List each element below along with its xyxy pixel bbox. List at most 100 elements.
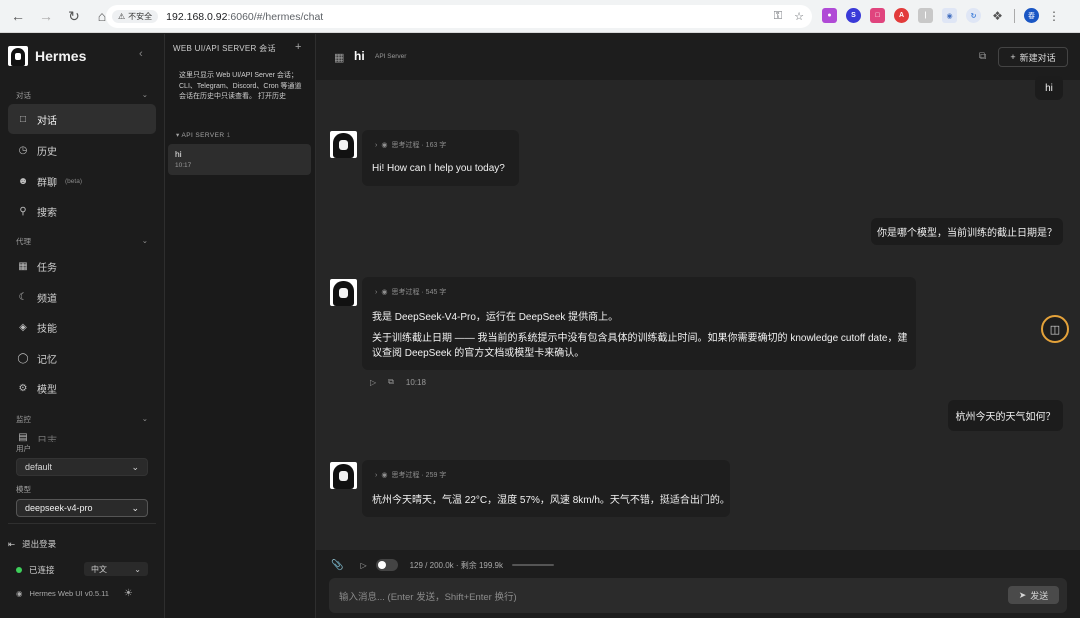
chevron-down-icon: ⌄ <box>131 461 139 472</box>
logout-icon: ⇤ <box>8 538 16 549</box>
language-select[interactable]: 中文 ⌄ <box>84 562 148 576</box>
chat-header: ▦ hi API Server ⧉ + 新建对话 <box>316 34 1080 80</box>
forward-icon[interactable]: → <box>34 4 58 28</box>
collapse-sidebar-icon[interactable]: ‹ <box>139 48 143 60</box>
thinking-toggle[interactable]: › ◉ 思考过程 · 259 字 <box>375 470 446 480</box>
chevron-right-icon: › <box>375 471 378 479</box>
extension-icon[interactable]: S <box>846 8 861 23</box>
sidebar-item-models[interactable]: ⚙ 模型 <box>8 373 156 403</box>
extension-icon[interactable]: | <box>918 8 933 23</box>
adblock-icon[interactable]: A <box>894 8 909 23</box>
thought-icon: ◉ <box>381 472 388 479</box>
extension-icon[interactable]: □ <box>870 8 885 23</box>
chevron-down-icon: ⌄ <box>141 90 148 99</box>
reload-icon[interactable]: ↻ <box>62 4 86 28</box>
hermes-logo <box>8 46 28 66</box>
puzzle-icon[interactable]: ❖ <box>990 8 1005 23</box>
extension-icon[interactable]: ◉ <box>942 8 957 23</box>
chevron-right-icon: › <box>375 141 378 149</box>
sidebar-item-tasks[interactable]: ▦ 任务 <box>8 251 156 281</box>
security-badge[interactable]: ⚠ 不安全 <box>112 10 159 23</box>
user-label: 用户 <box>16 444 31 453</box>
composer: 📎 ▷ 129 / 200.0k · 剩余 199.9k 输入消息... (En… <box>316 550 1080 618</box>
key-icon[interactable]: ⚿ <box>774 10 782 23</box>
menu-icon[interactable]: ⋮ <box>1048 9 1060 23</box>
section-agent[interactable]: 代理 ⌄ <box>16 236 148 247</box>
bulb-icon: ◯ <box>17 352 29 364</box>
sidebar-item-skills[interactable]: ◈ 技能 <box>8 312 156 342</box>
divider <box>8 523 156 524</box>
sessions-panel: WEB UI/API SERVER 会话 + 这里只显示 Web UI/API … <box>165 34 316 618</box>
log-icon: ▤ <box>18 432 28 442</box>
bookmark-star-icon[interactable]: ☆ <box>794 10 804 23</box>
sidebar-item-search[interactable]: ⚲ 搜索 <box>8 196 156 226</box>
copy-icon[interactable]: ⧉ <box>979 51 986 62</box>
play-icon[interactable]: ▷ <box>370 378 376 387</box>
chevron-down-icon: ⌄ <box>131 502 139 513</box>
user-message: 你是哪个模型，当前训练的截止日期是？ <box>871 218 1063 245</box>
chat-subtitle: API Server <box>375 53 407 60</box>
sidebar-item-logs[interactable]: ▤ 日志 <box>8 428 156 442</box>
add-session-icon[interactable]: + <box>295 41 301 53</box>
warning-icon: ⚠ <box>118 12 126 21</box>
address-bar[interactable]: ⚠ 不安全 192.168.0.92:6060/#/hermes/chat ⚿ ☆ <box>106 5 812 28</box>
model-label: 模型 <box>16 485 31 494</box>
theme-toggle-icon[interactable]: ☀ <box>124 588 133 599</box>
section-monitor[interactable]: 监控 ⌄ <box>16 414 148 425</box>
chevron-down-icon: ⌄ <box>141 414 148 423</box>
thought-icon: ◉ <box>381 142 388 149</box>
voice-toggle[interactable] <box>375 559 398 571</box>
section-chat[interactable]: 对话 ⌄ <box>16 90 148 101</box>
sessions-note: 这里只显示 Web UI/API Server 会话；CLI、Telegram、… <box>179 72 302 100</box>
sessions-title: WEB UI/API SERVER 会话 <box>173 44 276 53</box>
copy-icon[interactable]: ⧉ <box>388 377 394 387</box>
sidebar-item-chat[interactable]: □ 对话 <box>8 104 156 134</box>
brand-name: Hermes <box>35 48 87 64</box>
chevron-down-icon: ⌄ <box>134 564 141 574</box>
session-group-header[interactable]: ▾ API SERVER 1 <box>176 131 231 139</box>
send-button[interactable]: ➤ 发送 <box>1008 586 1059 604</box>
sidebar-item-memory[interactable]: ◯ 记忆 <box>8 343 156 373</box>
profile-avatar[interactable]: 春 <box>1024 8 1039 23</box>
grid-icon[interactable]: ▦ <box>334 51 344 64</box>
thought-icon: ◉ <box>381 289 388 296</box>
status-dot <box>16 567 22 573</box>
sidebar-item-channels[interactable]: ☾ 频道 <box>8 282 156 312</box>
moon-icon: ☾ <box>18 291 28 303</box>
layers-icon: ◈ <box>19 321 27 333</box>
back-icon[interactable]: ← <box>6 4 30 28</box>
connection-status: 已连接 <box>8 564 55 576</box>
sidebar-item-group-chat[interactable]: ☻ 群聊 (beta) <box>8 166 156 196</box>
browser-toolbar: ← → ↻ ⌂ ⚠ 不安全 192.168.0.92:6060/#/hermes/… <box>0 0 1080 33</box>
thinking-toggle[interactable]: › ◉ 思考过程 · 545 字 <box>375 287 446 297</box>
assistant-message: › ◉ 思考过程 · 163 字 Hi! How can I help you to… <box>362 130 519 186</box>
new-chat-button[interactable]: + 新建对话 <box>998 47 1068 67</box>
session-item[interactable]: hi 10:17 <box>168 144 311 175</box>
url-text[interactable]: 192.168.0.92:6060/#/hermes/chat <box>166 11 323 23</box>
logout-button[interactable]: ⇤ 退出登录 <box>8 538 56 550</box>
extension-icon[interactable]: ● <box>822 8 837 23</box>
attach-icon[interactable]: 📎 <box>331 560 343 571</box>
assistant-avatar <box>330 131 357 158</box>
thinking-toggle[interactable]: › ◉ 思考过程 · 163 字 <box>375 140 446 150</box>
chat-main: ▦ hi API Server ⧉ + 新建对话 hi › ◉ 思考过程 · 163 … <box>316 34 1080 618</box>
search-icon: ⚲ <box>19 205 27 217</box>
assistant-message: › ◉ 思考过程 · 259 字 杭州今天晴天，气温 22°C，湿度 57%，风速 … <box>362 460 730 517</box>
chat-title: hi <box>354 49 365 63</box>
github-icon[interactable]: ◉ <box>16 589 23 598</box>
columns-icon: ◫ <box>1049 323 1061 336</box>
context-progress-bar <box>512 564 554 566</box>
message-input[interactable]: 输入消息... (Enter 发送，Shift+Enter 换行) <box>329 578 1067 613</box>
plus-icon: + <box>1010 52 1016 62</box>
extension-icon[interactable]: ↻ <box>966 8 981 23</box>
chevron-right-icon: › <box>375 288 378 296</box>
model-select[interactable]: deepseek-v4-pro ⌄ <box>16 499 148 517</box>
clock-icon: ◷ <box>18 144 28 156</box>
play-icon[interactable]: ▷ <box>360 561 366 570</box>
sidebar-item-history[interactable]: ◷ 历史 <box>8 135 156 165</box>
panel-toggle-button[interactable]: ◫ <box>1041 315 1069 343</box>
message-actions: ▷ ⧉ 10:18 <box>370 377 426 387</box>
version-info: ◉ Hermes Web UI v0.5.11 ☀ <box>16 588 133 599</box>
user-message: hi <box>1035 76 1063 100</box>
user-select[interactable]: default ⌄ <box>16 458 148 476</box>
